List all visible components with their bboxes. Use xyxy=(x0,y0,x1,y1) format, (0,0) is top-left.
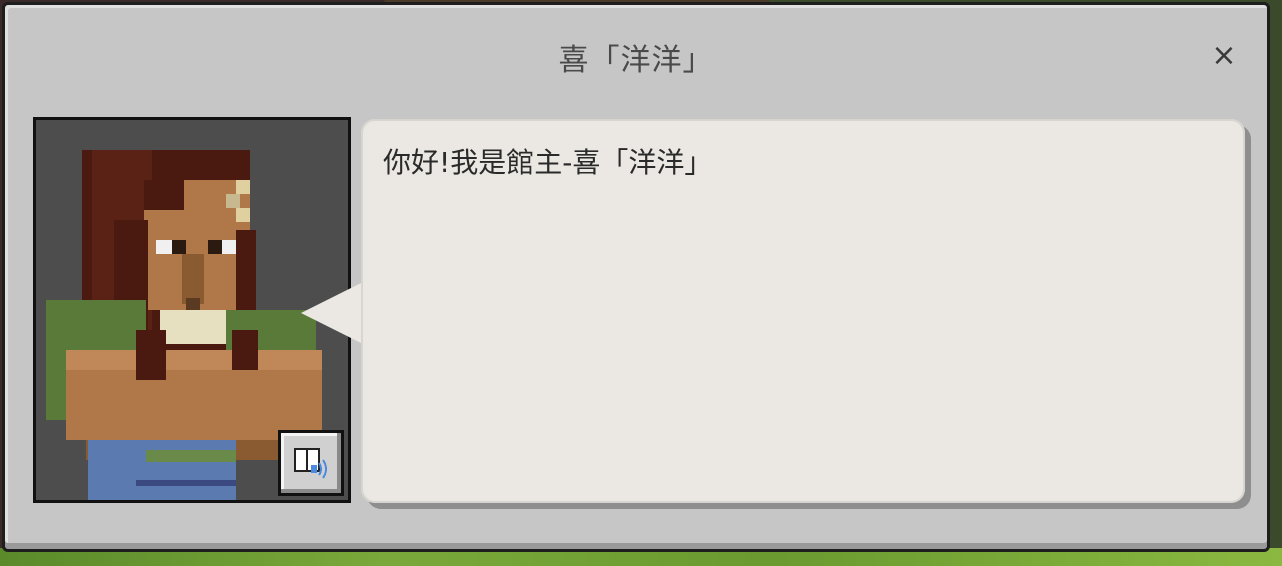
speech-bubble: 你好!我是館主-喜「洋洋」 xyxy=(361,119,1245,503)
speech-bubble-tail xyxy=(301,281,365,345)
close-button[interactable]: × xyxy=(1209,41,1239,71)
book-speaker-icon xyxy=(294,448,327,479)
dialog-title: 喜「洋洋」 xyxy=(558,43,714,78)
read-aloud-button[interactable] xyxy=(278,430,344,496)
npc-dialog: 喜「洋洋」 × 你好!我是館主-喜「洋洋」 xyxy=(2,2,1270,552)
close-icon: × xyxy=(1211,38,1237,73)
dialog-message: 你好!我是館主-喜「洋洋」 xyxy=(383,146,713,179)
